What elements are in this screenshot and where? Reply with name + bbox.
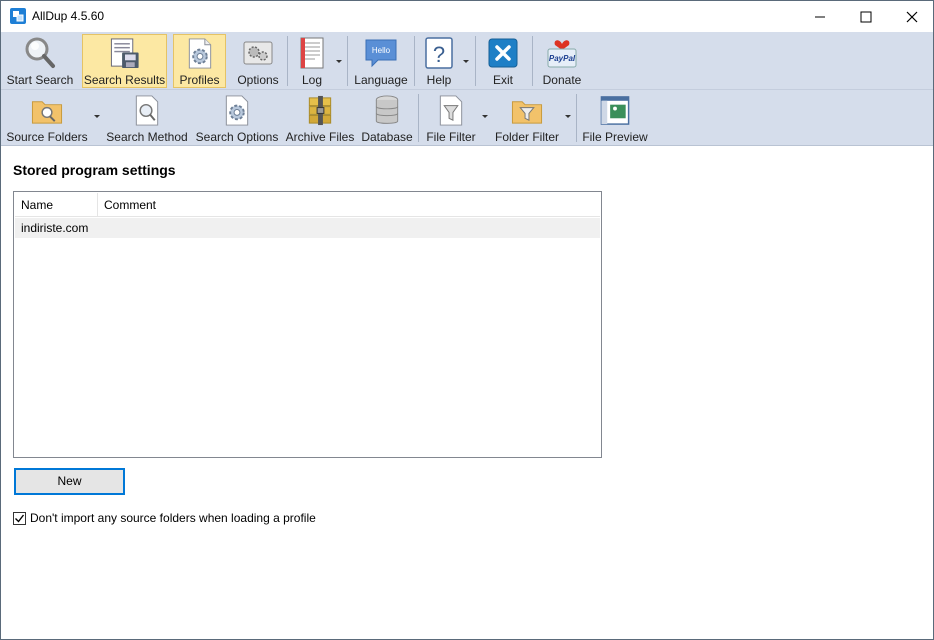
- main-toolbar: Start Search Search Results Profiles Opt…: [1, 32, 933, 90]
- archive-files-label: Archive Files: [285, 130, 355, 144]
- exit-button[interactable]: Exit: [482, 34, 524, 88]
- help-question-icon: ?: [425, 37, 453, 69]
- toolbar-separator: [475, 36, 476, 86]
- file-filter-icon: [439, 95, 463, 126]
- exit-label: Exit: [492, 73, 513, 87]
- search-options-label: Search Options: [195, 130, 279, 144]
- magnifier-icon: [25, 37, 55, 68]
- file-preview-label: File Preview: [582, 130, 648, 144]
- profile-comment-cell: [98, 218, 601, 238]
- maximize-icon: [860, 11, 872, 22]
- help-dropdown-arrow-icon[interactable]: [461, 56, 471, 66]
- file-filter-button[interactable]: File Filter: [423, 92, 479, 144]
- log-label: Log: [301, 73, 323, 87]
- search-results-button[interactable]: Search Results: [82, 34, 167, 88]
- search-options-icon: [225, 95, 249, 126]
- file-preview-button[interactable]: File Preview: [581, 92, 649, 144]
- close-button[interactable]: [889, 1, 933, 32]
- exit-x-icon: [488, 38, 518, 68]
- folder-filter-button[interactable]: Folder Filter: [492, 92, 562, 144]
- window-title: AllDup 4.5.60: [32, 9, 105, 23]
- file-filter-dropdown-arrow-icon[interactable]: [480, 111, 490, 121]
- language-hello-icon: Hello: [365, 39, 397, 68]
- dont-import-checkbox-label: Don't import any source folders when loa…: [30, 511, 316, 525]
- paypal-badge-text: PayPal: [549, 54, 576, 63]
- app-window: AllDup 4.5.60 Start Search Search Result…: [0, 0, 934, 640]
- dont-import-checkbox[interactable]: [13, 511, 26, 525]
- source-folders-dropdown-arrow-icon[interactable]: [92, 111, 102, 121]
- help-button[interactable]: ? Help: [419, 34, 459, 88]
- paypal-donate-icon: PayPal: [547, 40, 577, 68]
- folder-filter-icon: [511, 101, 543, 124]
- options-button[interactable]: Options: [232, 34, 284, 88]
- search-options-button[interactable]: Search Options: [195, 92, 279, 144]
- log-button[interactable]: Log: [291, 34, 333, 88]
- donate-label: Donate: [542, 73, 582, 87]
- language-button[interactable]: Hello Language: [352, 34, 410, 88]
- folder-filter-label: Folder Filter: [494, 130, 559, 144]
- search-method-label: Search Method: [106, 130, 188, 144]
- source-folder-icon: [31, 101, 63, 124]
- database-label: Database: [361, 130, 413, 144]
- archive-files-button[interactable]: Archive Files: [285, 92, 355, 144]
- profiles-label: Profiles: [179, 73, 220, 87]
- file-filter-label: File Filter: [426, 130, 476, 144]
- source-folders-button[interactable]: Source Folders: [4, 92, 90, 144]
- toolbar-separator: [414, 36, 415, 86]
- section-title: Stored program settings: [13, 162, 176, 178]
- profile-row[interactable]: indiriste.com: [15, 218, 600, 238]
- profile-name-cell: indiriste.com: [21, 221, 89, 235]
- search-results-label: Search Results: [83, 73, 166, 87]
- toolbar-separator: [576, 94, 577, 142]
- new-profile-button[interactable]: New: [14, 468, 125, 495]
- start-search-label: Start Search: [6, 73, 74, 87]
- file-preview-icon: [600, 96, 630, 125]
- help-label: Help: [426, 73, 452, 87]
- maximize-button[interactable]: [843, 1, 889, 32]
- database-button[interactable]: Database: [360, 92, 414, 144]
- archive-zip-icon: [308, 95, 332, 126]
- toolbar-separator: [532, 36, 533, 86]
- options-label: Options: [237, 73, 279, 87]
- options-gears-icon: [243, 41, 273, 65]
- svg-text:?: ?: [433, 42, 445, 67]
- start-search-button[interactable]: Start Search: [4, 34, 76, 88]
- log-document-icon: [300, 37, 324, 69]
- language-label: Language: [354, 73, 408, 87]
- database-icon: [375, 95, 399, 124]
- language-bubble-text: Hello: [372, 46, 391, 55]
- donate-button[interactable]: PayPal Donate: [538, 34, 586, 88]
- search-method-icon: [135, 95, 159, 126]
- checkmark-icon: [15, 514, 25, 523]
- list-header: Name Comment: [15, 193, 600, 217]
- profiles-gear-icon: [188, 38, 211, 69]
- column-header-name[interactable]: Name: [15, 193, 98, 217]
- source-folders-label: Source Folders: [6, 130, 88, 144]
- toolbar-separator: [287, 36, 288, 86]
- search-method-button[interactable]: Search Method: [105, 92, 189, 144]
- close-icon: [906, 11, 918, 22]
- minimize-button[interactable]: [797, 1, 843, 32]
- secondary-toolbar: Source Folders Search Method Search Opti…: [1, 90, 933, 146]
- search-results-icon: [110, 38, 139, 69]
- minimize-icon: [815, 16, 825, 17]
- dont-import-source-folders-option[interactable]: Don't import any source folders when loa…: [13, 510, 316, 526]
- log-dropdown-arrow-icon[interactable]: [334, 56, 344, 66]
- folder-filter-dropdown-arrow-icon[interactable]: [563, 111, 573, 121]
- toolbar-separator: [347, 36, 348, 86]
- column-header-comment[interactable]: Comment: [98, 193, 601, 217]
- toolbar-separator: [418, 94, 419, 142]
- app-logo-icon: [10, 8, 26, 24]
- profiles-button[interactable]: Profiles: [173, 34, 226, 88]
- profiles-list[interactable]: Name Comment indiriste.com: [13, 191, 602, 458]
- title-bar: AllDup 4.5.60: [1, 1, 933, 32]
